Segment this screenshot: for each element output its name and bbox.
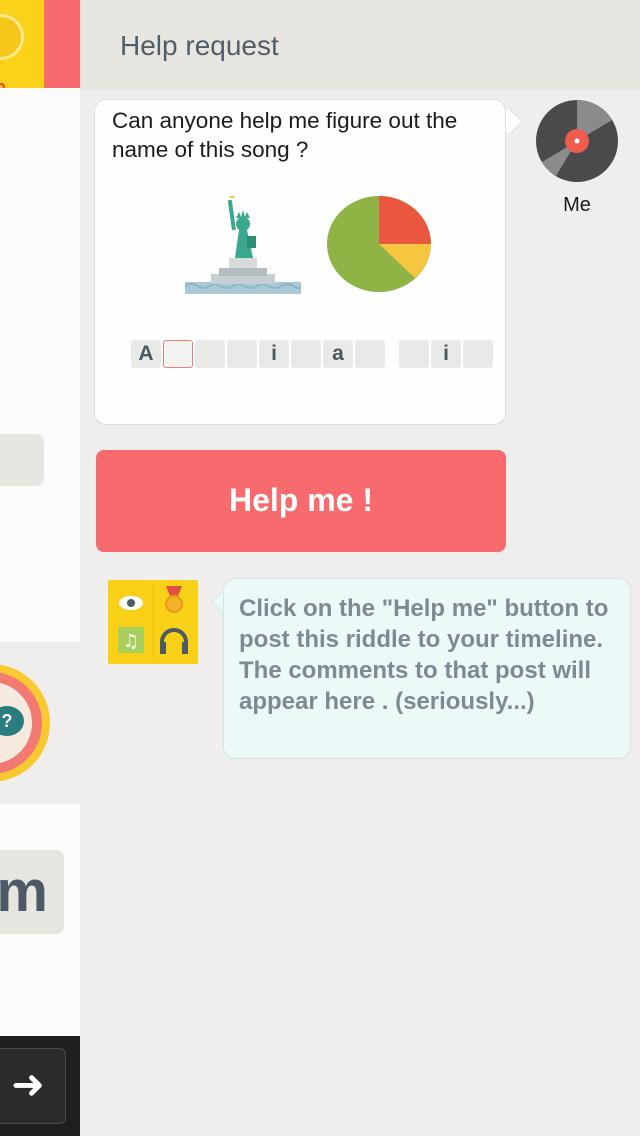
letter-tile[interactable] [195,340,225,368]
header-bar: Help request [80,0,640,90]
background-letter-tile[interactable]: m [0,850,64,934]
letter-tile[interactable]: a [323,340,353,368]
letter-tile-active[interactable] [163,340,193,368]
letter-tile[interactable] [291,340,321,368]
tip-bubble: Click on the "Help me" button to post th… [223,578,631,759]
letter-tile[interactable] [227,340,257,368]
letter-tile[interactable]: A [131,340,161,368]
next-arrow-button[interactable]: ➜ [0,1048,66,1124]
background-page: 0 ? m ➜ [0,0,80,1136]
avatar-name: Me [563,194,591,216]
letter-tile[interactable] [463,340,493,368]
letter-tile[interactable] [355,340,385,368]
page-title: Help request [120,30,279,61]
tip-text: Click on the "Help me" button to post th… [239,595,609,715]
letter-tile[interactable]: i [431,340,461,368]
statue-of-liberty-icon [185,196,301,294]
vinyl-record-avatar-icon [536,100,618,182]
letter-tile[interactable] [399,340,429,368]
svg-text:♫: ♫ [123,631,139,652]
letter-tile[interactable]: i [259,340,289,368]
riddle-question: Can anyone help me figure out the name o… [112,108,458,162]
pie-chart-icon [327,196,431,292]
help-me-button[interactable]: Help me ! [96,450,506,552]
app-logo-icon: ♫ [108,580,198,664]
background-panel [0,88,80,642]
riddle-card: Can anyone help me figure out the name o… [94,99,506,425]
background-pill [0,434,44,486]
